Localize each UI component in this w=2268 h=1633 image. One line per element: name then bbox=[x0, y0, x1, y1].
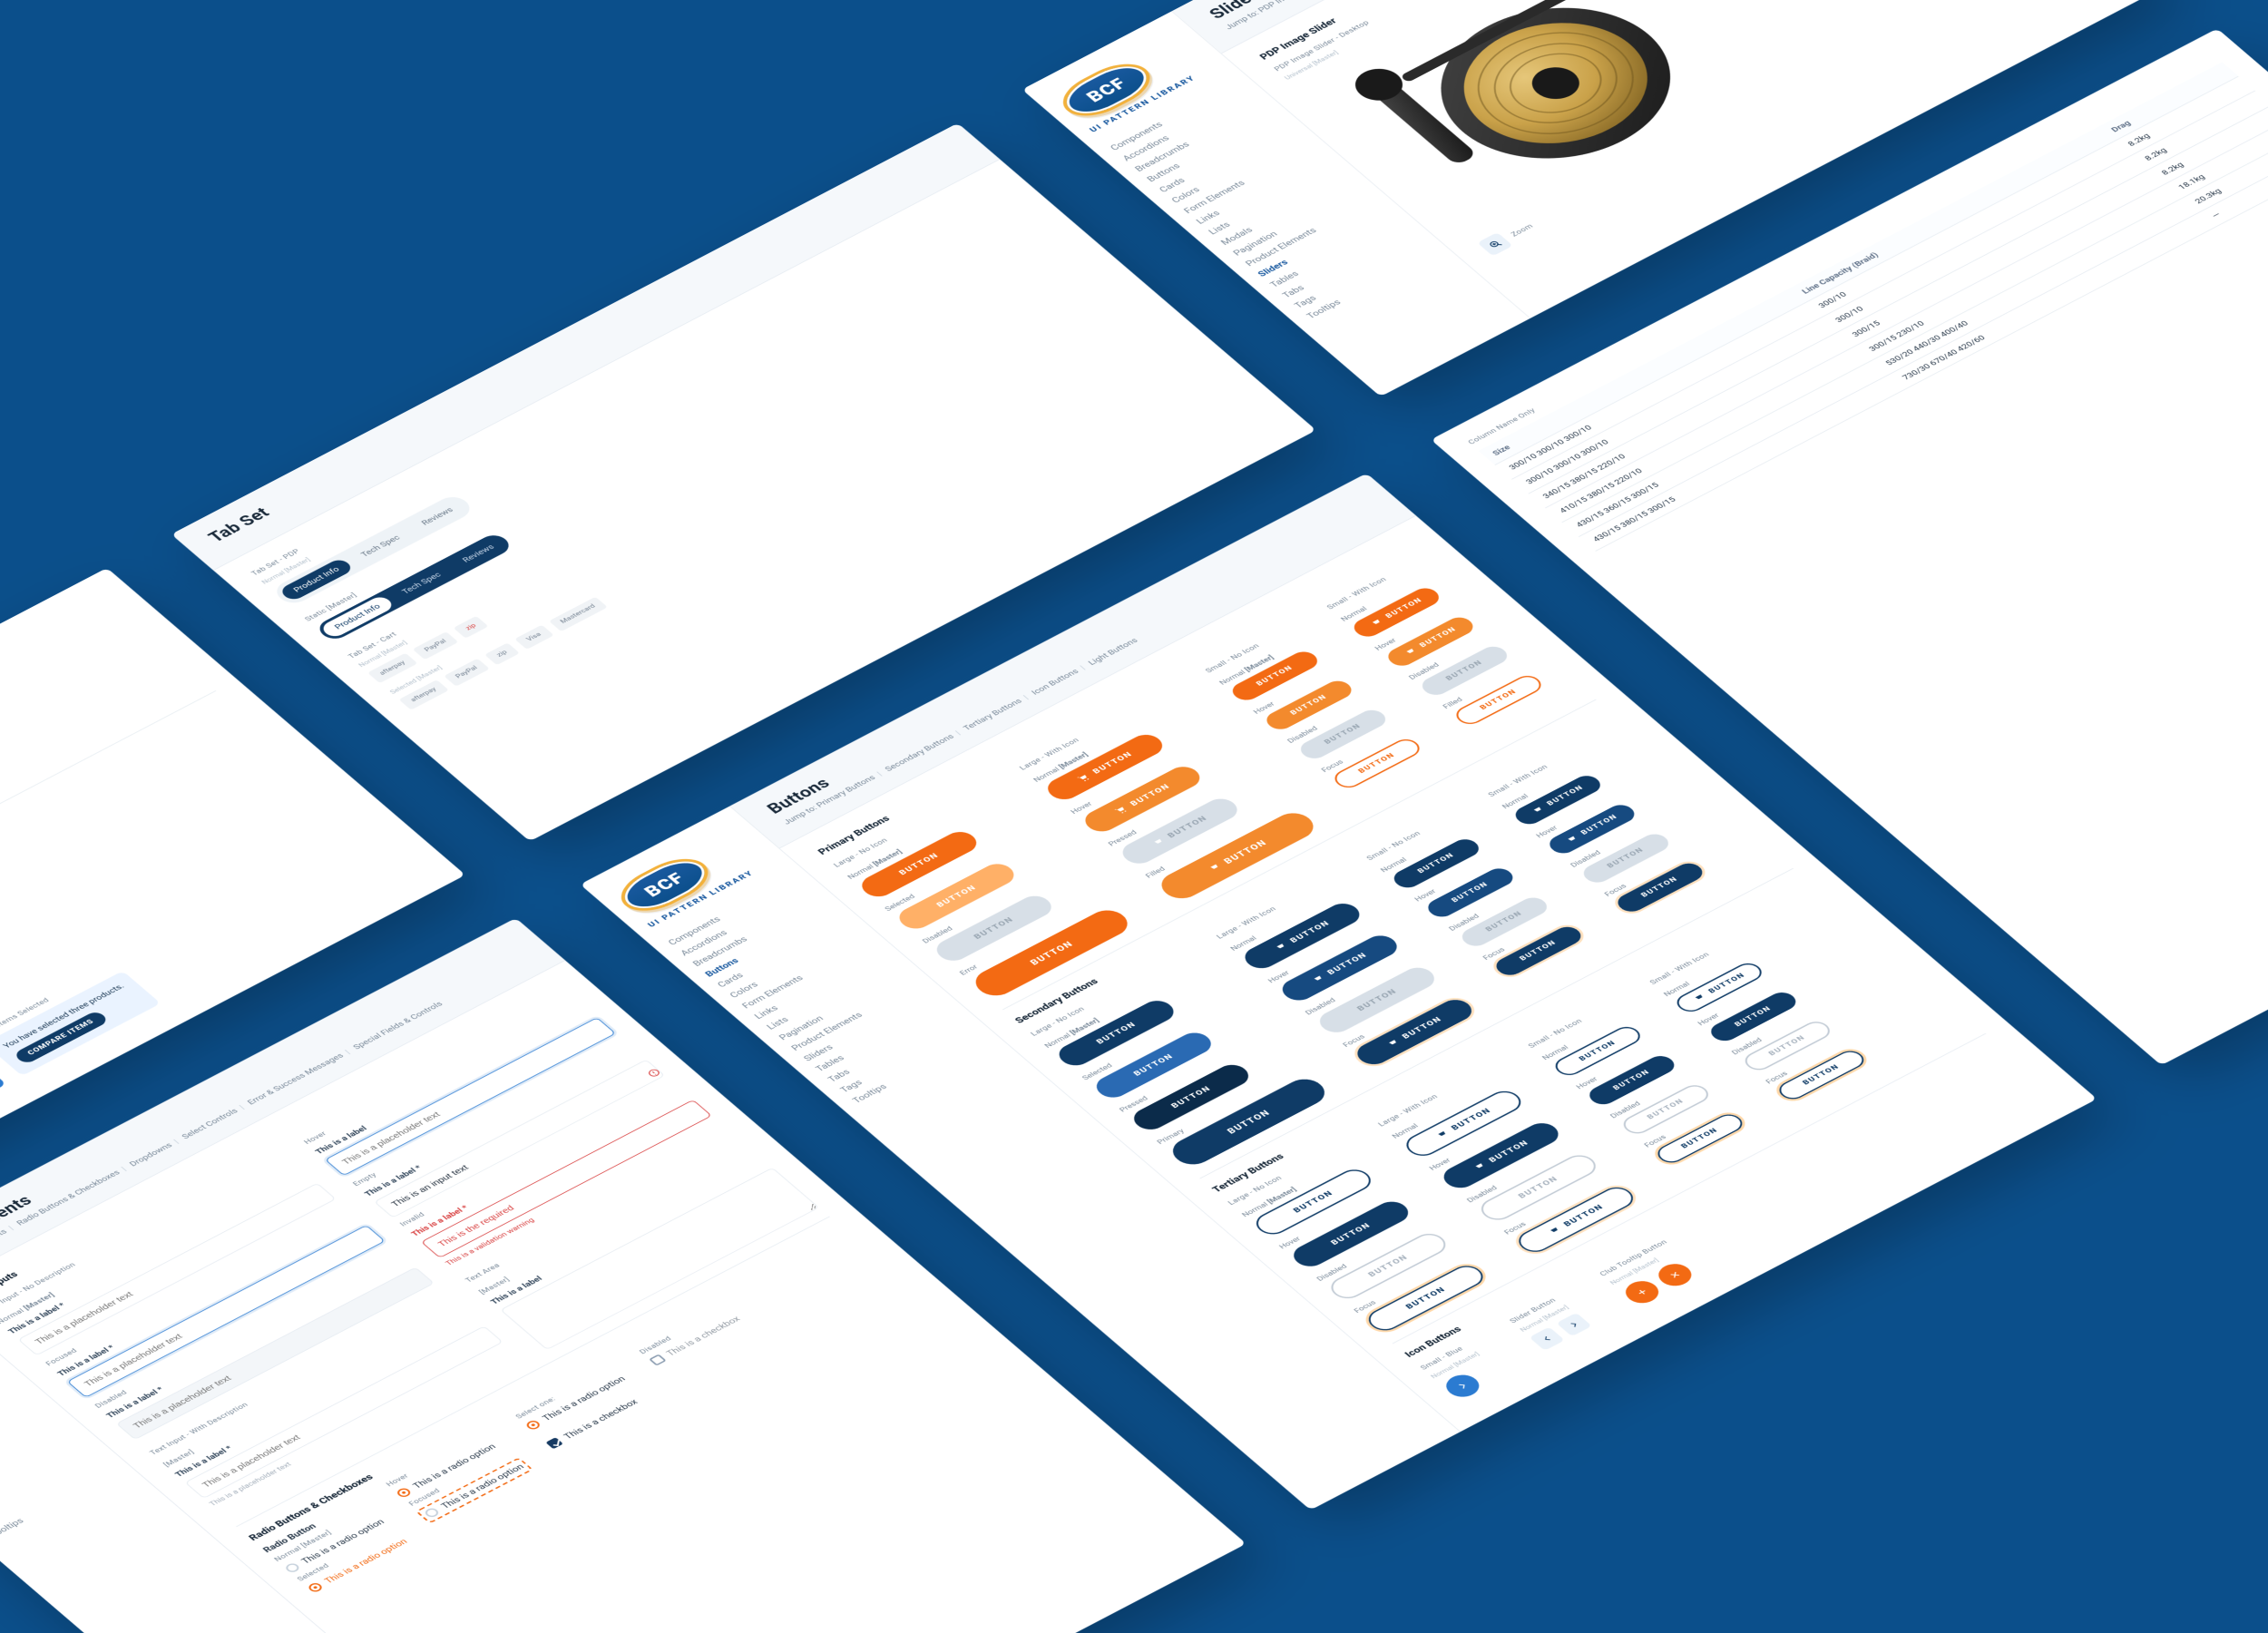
slider-next-icon[interactable] bbox=[1556, 1313, 1591, 1336]
cart-icon bbox=[1471, 1160, 1489, 1172]
cart-icon bbox=[1309, 973, 1327, 985]
compare-two: You can compare up to three products. CO… bbox=[0, 1051, 6, 1165]
cart-icon bbox=[1402, 646, 1420, 658]
cart-icon bbox=[1433, 1129, 1452, 1140]
cart-icon bbox=[1075, 772, 1093, 784]
cart-icon bbox=[1384, 1037, 1403, 1049]
cart-icon bbox=[1529, 804, 1547, 816]
club-close-icon[interactable] bbox=[1652, 1259, 1698, 1290]
cart-icon bbox=[1690, 992, 1708, 1003]
zoom-label: Zoom bbox=[1510, 222, 1535, 238]
cart-icon bbox=[1563, 834, 1581, 846]
club-add-icon[interactable] bbox=[1618, 1276, 1665, 1307]
cart-icon bbox=[1206, 862, 1224, 874]
icon-button-chevron[interactable] bbox=[1440, 1371, 1486, 1402]
cart-icon bbox=[1112, 804, 1130, 816]
cart-icon bbox=[1546, 1225, 1564, 1237]
cart-icon bbox=[1272, 941, 1290, 953]
slider-prev-icon[interactable] bbox=[1529, 1326, 1564, 1350]
cart-icon bbox=[1149, 836, 1168, 848]
logo-badge: BCF bbox=[1051, 55, 1163, 125]
cart-icon bbox=[1367, 617, 1385, 629]
